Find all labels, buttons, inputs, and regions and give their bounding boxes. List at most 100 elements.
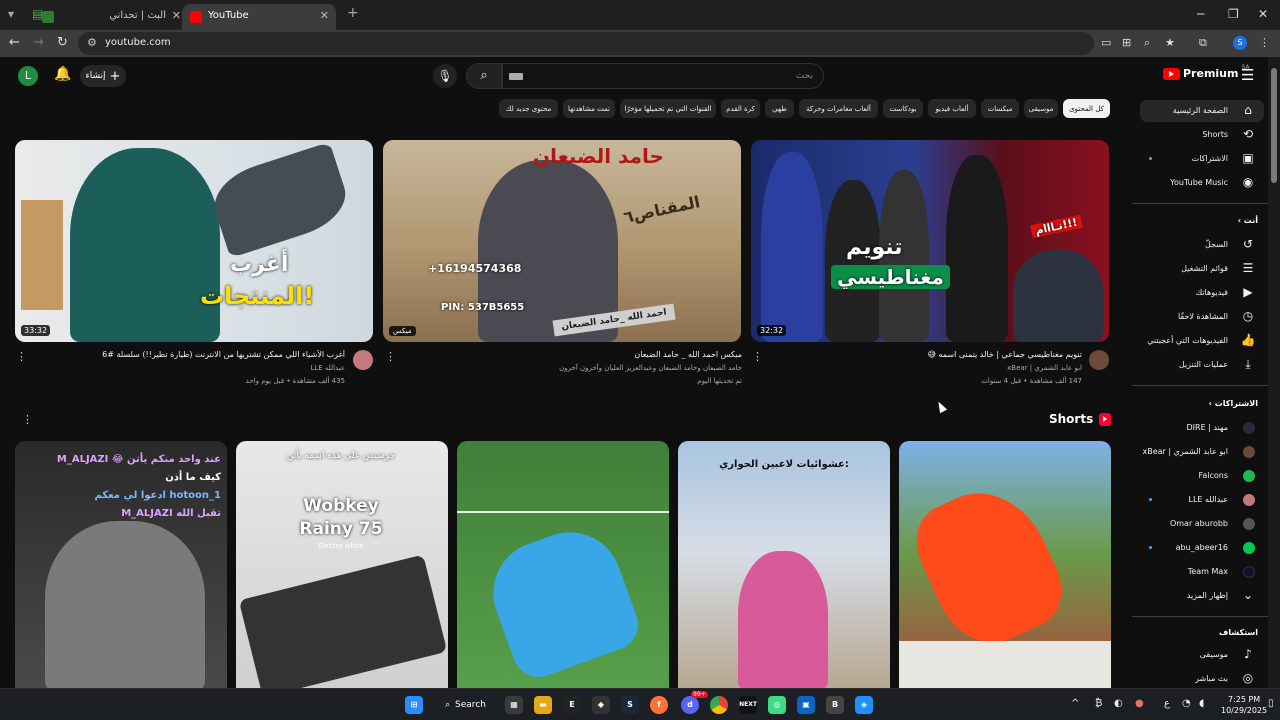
site-info-icon[interactable]: ⚙ [87,36,97,49]
discord-icon[interactable]: d [681,696,699,714]
tray-mic-icon[interactable]: ● [1135,698,1144,709]
app-icon[interactable]: ◈ [855,696,873,714]
new-tab-icon[interactable]: + [347,5,359,21]
channel-avatar[interactable] [1089,350,1109,370]
video-thumbnail[interactable]: حامد الضبعان المقناص٦ +16194574368 PIN: … [383,140,741,342]
translate-icon[interactable]: ⊞ [1122,36,1131,49]
extensions-icon[interactable]: ⧉ [1199,36,1207,50]
sidebar-you-heading[interactable]: أنت › [1238,216,1258,225]
sidebar-subscription[interactable]: Omar aburobb [1140,513,1264,535]
voice-search-mic-icon[interactable]: 🎙 [433,64,457,88]
keyboard-icon[interactable] [509,73,523,80]
search-input[interactable]: بحث [502,63,824,89]
close-window-icon[interactable]: ✕ [1258,7,1268,21]
sidebar-item-music-explore[interactable]: ♪ موسيقى [1140,644,1264,666]
close-tab-icon[interactable]: ✕ [172,9,181,22]
bookmark-star-icon[interactable]: ★ [1165,36,1175,49]
task-view-icon[interactable]: ▦ [505,696,523,714]
language-icon[interactable]: ع [1164,698,1170,709]
taskbar-clock[interactable]: 7:25 PM 10/29/2025 [1221,694,1267,716]
file-explorer-icon[interactable]: ▬ [534,696,552,714]
sidebar-item-downloads[interactable]: ⤓ عمليات التنزيل [1140,354,1264,376]
chip[interactable]: محتوى جديد لك [499,99,558,118]
sidebar-item-live[interactable]: ◎ بث مباشر [1140,668,1264,688]
tray-app-icon[interactable]: ₿ [1095,698,1102,709]
zoom-icon[interactable]: ⌕ [1144,36,1150,50]
chip[interactable]: بودكاست [883,99,923,118]
sidebar-item-history[interactable]: ↺ السجلّ [1140,234,1264,256]
tab-live[interactable]: البث | تحداني ✕ [34,4,188,30]
sidebar-item-home[interactable]: ⌂ الصفحة الرئيسية [1140,100,1264,122]
scrollbar-thumb[interactable] [1271,68,1277,183]
taskbar-search[interactable]: ⌕ Search [437,694,495,716]
video-menu-icon[interactable]: ⋮ [385,350,396,363]
app-icon[interactable]: ▣ [797,696,815,714]
sidebar-subscription[interactable]: Falcons [1140,465,1264,487]
sidebar-show-more[interactable]: ⌄ إظهار المزيد [1140,585,1264,607]
browser-profile-avatar[interactable]: S [1233,36,1247,50]
next-app-icon[interactable]: NEXT [739,696,757,714]
epic-games-icon[interactable]: E [563,696,581,714]
wifi-icon[interactable]: ◔ [1182,698,1191,709]
sidebar-subscription[interactable]: abu_abeer16 [1140,537,1264,559]
sidebar-item-your-videos[interactable]: ▶ فيديوهاتك [1140,282,1264,304]
create-button[interactable]: إنشاء + [80,65,126,87]
shorts-menu-icon[interactable]: ⋮ [22,413,33,426]
video-channel[interactable]: ابو عابد الشمري | xBear [770,364,1082,372]
chip[interactable]: تمت مشاهدتها [563,99,615,118]
video-title[interactable]: أغرب الأشياء اللي ممكن تشتريها من الانتر… [33,350,345,359]
close-tab-icon[interactable]: ✕ [320,9,329,22]
video-channel[interactable]: عبدالله LLE [33,364,345,372]
video-menu-icon[interactable]: ⋮ [752,350,763,363]
chip[interactable]: ميكسات [981,99,1019,118]
app-icon[interactable]: ◆ [592,696,610,714]
sidebar-item-subscriptions[interactable]: ▣ الاشتراكات [1140,148,1264,170]
browser-menu-icon[interactable]: ⋮ [1259,36,1270,49]
back-icon[interactable]: ← [9,35,20,50]
tab-youtube[interactable]: YouTube ✕ [182,4,336,30]
steam-icon[interactable]: S [621,696,639,714]
chip-all[interactable]: كل المحتوى [1063,99,1110,118]
sidebar-item-watch-later[interactable]: ◷ المشاهدة لاحقًا [1140,306,1264,328]
tray-network-icon[interactable]: ◐ [1114,698,1123,709]
chip[interactable]: موسيقى [1024,99,1058,118]
sidebar-subscription[interactable]: عبدالله LLE [1140,489,1264,511]
chip[interactable]: ألعاب مغامرات وحركة [799,99,878,118]
restore-icon[interactable]: ❐ [1228,7,1239,21]
account-avatar[interactable]: L [18,66,38,86]
chip[interactable]: ألعاب فيديو [928,99,976,118]
reload-icon[interactable]: ↻ [57,35,68,50]
chip[interactable]: كرة القدم [721,99,760,118]
address-bar[interactable]: ⚙ youtube.com [78,32,1094,55]
sidebar-item-liked[interactable]: 👍 الفيديوهات التي أعجبتني [1140,330,1264,352]
channel-avatar[interactable] [353,350,373,370]
youtube-premium-logo[interactable]: Premium SA [1163,64,1250,80]
tray-overflow-icon[interactable]: ^ [1071,698,1079,709]
video-thumbnail[interactable]: تنويم مغناطيسي نـااام!!! 32:32 [751,140,1109,342]
firefox-icon[interactable]: f [650,696,668,714]
guide-menu-icon[interactable]: ☰ [1241,66,1254,84]
video-title[interactable]: ميكس احمد الله _ حامد الضبعان [400,350,742,359]
video-title[interactable]: تنويم مغناطيسي جماعي | خالد يتمنى اسمه 😅 [770,350,1082,359]
video-thumbnail[interactable]: أغرب المنتجات! 33:32 [15,140,373,342]
sidebar-subscriptions-heading[interactable]: الاشتراكات › [1209,399,1258,408]
cast-icon[interactable]: ▭ [1101,36,1111,49]
tab-search-icon[interactable]: ▾ [8,7,14,21]
forward-icon[interactable]: → [33,35,44,50]
volume-icon[interactable]: ◖ [1199,698,1204,709]
notifications-bell-icon[interactable]: 🔔 [54,66,71,82]
sidebar-subscription[interactable]: Team Max [1140,561,1264,583]
sidebar-item-playlists[interactable]: ☰ قوائم التشغيل [1140,258,1264,280]
search-button[interactable]: ⌕ [466,63,502,89]
app-icon[interactable]: B [826,696,844,714]
app-icon[interactable]: ◎ [768,696,786,714]
sidebar-subscription[interactable]: مهند | DIRE [1140,417,1264,439]
short-card[interactable] [457,441,669,691]
minimize-icon[interactable]: ─ [1197,7,1204,21]
short-card[interactable] [899,441,1111,691]
chip[interactable]: القنوات التي تم تحميلها مؤخرًا [620,99,716,118]
short-card[interactable]: عشوائيات لاعبين الحواري: [678,441,890,691]
chrome-icon[interactable] [710,696,728,714]
chip[interactable]: طهي [765,99,794,118]
sidebar-item-music[interactable]: ◉ YouTube Music [1140,172,1264,194]
